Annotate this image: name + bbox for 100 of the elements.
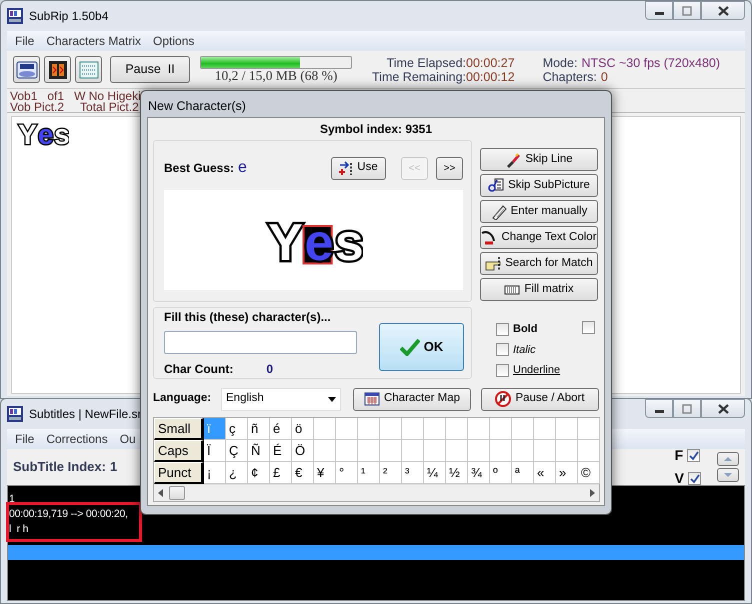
language-label: Language: <box>153 391 212 406</box>
empty-cell <box>468 440 490 462</box>
vob-button[interactable] <box>13 56 40 83</box>
pointing-hand-icon <box>485 256 502 272</box>
side-button[interactable]: Change Text Color <box>480 226 598 249</box>
index-label: SubTitle Index: <box>13 458 106 476</box>
scroll-thumb[interactable] <box>169 486 185 500</box>
check-icon <box>689 473 700 484</box>
character-cell[interactable]: Ö <box>292 440 314 462</box>
character-cell[interactable]: Ï <box>204 440 226 462</box>
character-cell[interactable]: ö <box>292 418 314 440</box>
stat-label: Time Remaining: <box>372 70 466 84</box>
menu-item[interactable]: File <box>15 430 34 448</box>
empty-cell <box>314 418 336 440</box>
empty-cell <box>424 418 446 440</box>
index-value: 1 <box>110 458 118 476</box>
empty-cell <box>578 440 600 462</box>
side-button[interactable]: Search for Match <box>480 252 598 275</box>
empty-cell <box>336 440 358 462</box>
character-cell[interactable]: Ç <box>226 440 248 462</box>
char-count-value: 0 <box>266 361 274 378</box>
dialog-title: New Character(s) <box>148 98 246 115</box>
flag-checkbox[interactable] <box>688 472 701 485</box>
stat-value: 00:00:27 <box>466 56 515 70</box>
progress-caption: 10,2 / 15,0 MB (68 %) <box>214 69 338 83</box>
character-cell[interactable]: é <box>270 418 292 440</box>
side-button[interactable]: Skip SubPicture <box>480 174 598 197</box>
empty-cell <box>556 418 578 440</box>
minimize-button[interactable] <box>645 399 673 418</box>
mode-value: NTSC ~30 fps (720x480) <box>581 56 720 70</box>
character-map-button[interactable]: Character Map <box>353 388 471 410</box>
style-checkbox[interactable] <box>496 322 509 336</box>
maximize-icon <box>682 404 692 414</box>
side-button[interactable]: Fill matrix <box>480 278 598 301</box>
check-icon <box>400 338 420 356</box>
pause-button[interactable]: Pause II <box>110 56 190 83</box>
style-checkbox[interactable] <box>496 364 509 377</box>
info-text: Total Pict.2 <box>80 102 139 113</box>
symbol-index: Symbol index: 9351 <box>318 121 434 138</box>
stat-label: Time Elapsed: <box>386 56 466 70</box>
window-title: Subtitles | NewFile.sr <box>29 406 142 423</box>
empty-cell <box>336 418 358 440</box>
empty-cell <box>358 418 380 440</box>
minimize-button[interactable] <box>645 1 673 20</box>
empty-cell <box>578 418 600 440</box>
best-guess-label: Best Guess: <box>164 160 234 177</box>
side-button[interactable]: Skip Line <box>480 148 598 171</box>
row-header[interactable]: Punct <box>154 462 204 484</box>
subtitle-line: 1 <box>8 492 15 507</box>
character-input[interactable] <box>164 331 357 354</box>
spin-button[interactable] <box>717 452 739 466</box>
empty-cell <box>358 440 380 462</box>
menu-item[interactable]: Corrections <box>46 430 108 448</box>
menu-item[interactable]: File <box>15 32 34 50</box>
character-cell[interactable]: ç <box>226 418 248 440</box>
brush-icon <box>505 152 522 168</box>
style-label: Bold <box>513 322 538 337</box>
character-cell[interactable]: ñ <box>248 418 270 440</box>
window-title: SubRip 1.50b4 <box>29 8 108 25</box>
film-button[interactable] <box>44 56 71 83</box>
menu-item[interactable]: Options <box>153 32 194 50</box>
side-button[interactable]: Enter manually <box>480 200 598 223</box>
empty-cell <box>490 440 512 462</box>
empty-cell <box>380 418 402 440</box>
matrix-button[interactable] <box>75 56 102 83</box>
close-button[interactable] <box>701 1 745 20</box>
chapters-value: 0 <box>600 70 608 84</box>
ok-button[interactable]: OK <box>379 323 464 371</box>
nav-button[interactable]: >> <box>436 156 463 180</box>
stop-sign-icon <box>495 391 512 407</box>
use-button[interactable]: Use <box>331 156 386 180</box>
row-header[interactable]: Small <box>154 418 204 440</box>
mode-label: Mode: <box>542 56 578 70</box>
language-select[interactable]: English <box>221 388 341 410</box>
style-checkbox[interactable] <box>496 343 509 356</box>
character-cell[interactable]: É <box>270 440 292 462</box>
empty-cell <box>534 418 556 440</box>
horizontal-scrollbar[interactable] <box>154 484 599 501</box>
spin-button[interactable] <box>717 468 739 482</box>
left-arrow-icon <box>158 489 163 497</box>
menu-item[interactable]: Ou <box>120 430 136 448</box>
pages-icon <box>488 178 504 194</box>
row-header[interactable]: Caps <box>154 440 204 462</box>
pause-abort-button[interactable]: Pause / Abort <box>481 388 599 410</box>
best-guess-value: e <box>238 158 247 178</box>
check-icon <box>688 450 700 461</box>
empty-cell <box>446 440 468 462</box>
character-cell[interactable]: Ñ <box>248 440 270 462</box>
close-button[interactable] <box>701 399 745 418</box>
subtitle-line: 00:00:19,719 --> 00:00:20, <box>8 507 128 522</box>
empty-cell <box>380 440 402 462</box>
subpicture-letter: s <box>54 119 70 148</box>
matrix-icon <box>78 60 98 80</box>
minimize-icon <box>654 410 664 413</box>
flag-checkbox[interactable] <box>687 449 700 462</box>
menu-item[interactable]: Characters Matrix <box>46 32 142 50</box>
up-arrow-icon <box>723 455 733 463</box>
maximize-icon <box>682 6 692 16</box>
extra-checkbox[interactable] <box>582 321 596 334</box>
calendar-grid-icon <box>364 392 380 406</box>
